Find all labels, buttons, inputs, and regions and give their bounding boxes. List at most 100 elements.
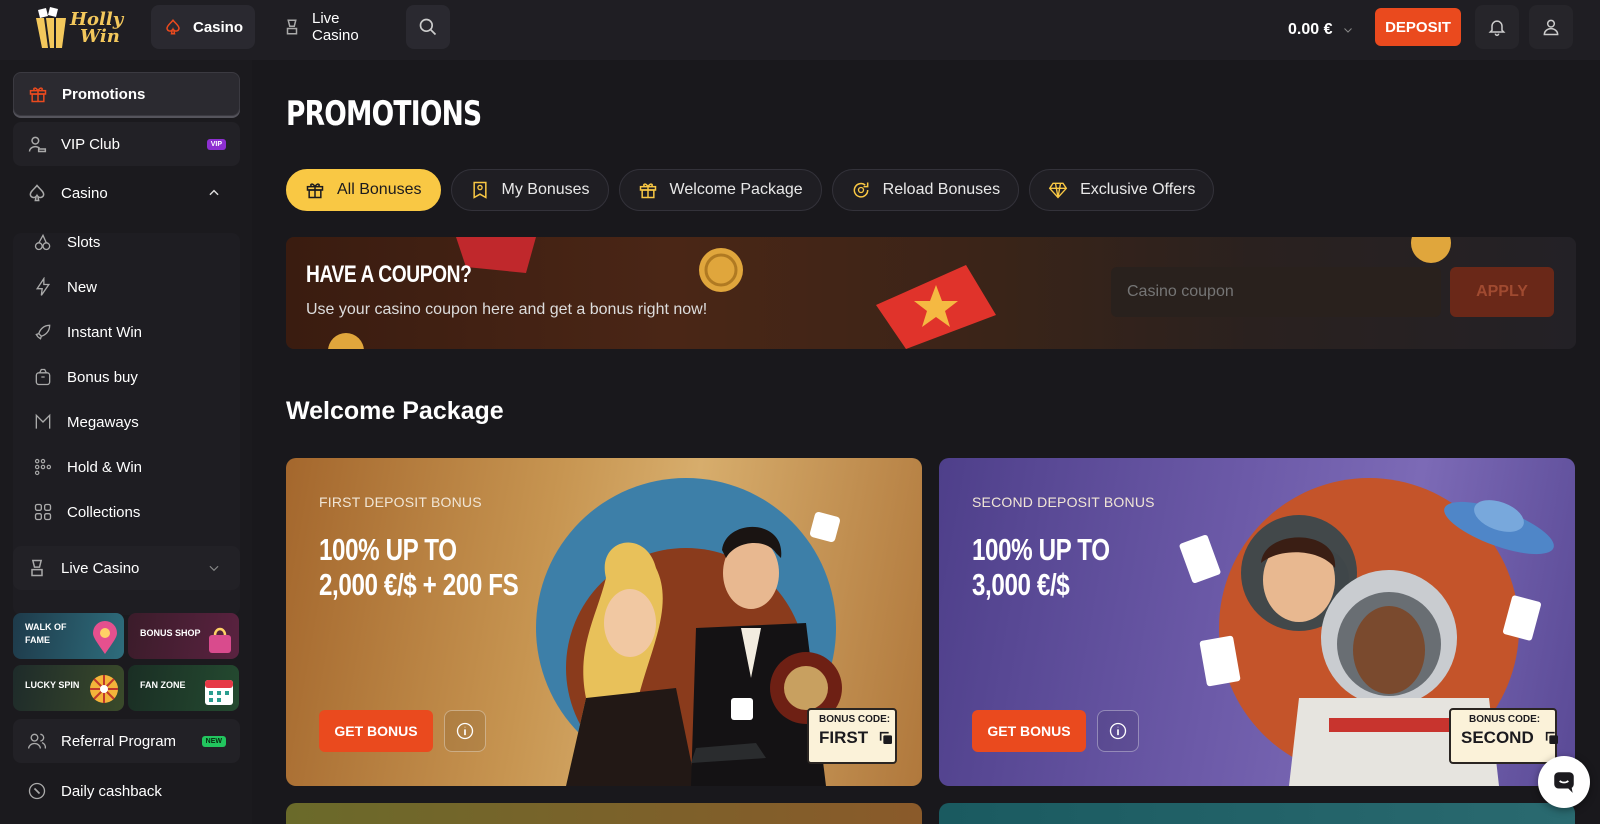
bell-icon [1487,17,1507,37]
shopping-bag-icon [209,627,231,653]
card-headline: 100% UP TO 2,000 €/$ + 200 FS [319,532,519,602]
sidebar-item-label: Daily cashback [61,782,162,800]
calendar-icon [205,680,233,705]
card-headline-line: 3,000 €/$ [972,567,1070,602]
nav-casino-label: Casino [193,18,244,36]
nav-live-casino[interactable]: Live Casino [270,5,400,49]
brand-name-line2: Win [80,26,120,47]
tab-label: Exclusive Offers [1080,181,1196,198]
balance-dropdown[interactable]: 0.00 € [1288,10,1368,50]
sidebar-item-label: Promotions [62,85,146,103]
sidebar-item-label: Bonus buy [67,368,138,386]
card-label: SECOND DEPOSIT BONUS [972,494,1155,510]
info-icon [455,721,475,741]
tab-my-bonuses[interactable]: My Bonuses [450,169,609,211]
coupon-banner: HAVE A COUPON? Use your casino coupon he… [286,237,1576,349]
search-icon [418,17,438,37]
sidebar-item-casino[interactable]: Casino [13,171,240,215]
sidebar-item-label: Casino [61,184,108,202]
gift-icon [28,84,48,104]
dealer-icon [282,17,302,37]
sidebar: Promotions VIP Club VIP Casino Slots New… [0,60,252,824]
tile-fan-zone[interactable]: FAN ZONE [128,665,239,711]
info-icon [1108,721,1128,741]
get-bonus-button[interactable]: GET BONUS [972,710,1086,752]
cherries-icon [33,232,53,252]
tile-bonus-shop[interactable]: BONUS SHOP [128,613,239,659]
tab-all-bonuses[interactable]: All Bonuses [286,169,441,211]
tab-label: Reload Bonuses [882,181,1001,198]
bonus-code-value: SECOND [1461,728,1534,747]
card-label: FIRST DEPOSIT BONUS [319,494,482,510]
bonus-card-next [939,803,1575,824]
tab-label: My Bonuses [501,181,590,198]
profile-button[interactable] [1529,5,1573,49]
sidebar-item-label: Megaways [67,413,139,431]
get-bonus-button[interactable]: GET BONUS [319,710,433,752]
brand-logo[interactable]: Holly Win [32,4,128,52]
sidebar-item-referral-program[interactable]: Referral Program NEW [13,719,240,763]
megaways-icon [33,412,53,432]
vip-user-icon [27,134,47,154]
sidebar-item-vip-club[interactable]: VIP Club VIP [13,122,240,166]
info-button[interactable] [444,710,486,752]
sidebar-item-instant-win[interactable]: Instant Win [13,312,240,352]
chat-button[interactable] [1538,756,1590,808]
map-pin-icon [93,621,117,654]
user-icon [1541,17,1561,37]
deposit-button[interactable]: DEPOSIT [1375,8,1461,46]
card-headline: 100% UP TO 3,000 €/$ [972,532,1110,602]
chevron-down-icon [204,558,224,578]
bag-icon [33,367,53,387]
bonus-code-box[interactable]: BONUS CODE: SECOND [1449,708,1558,764]
spade-icon [27,183,47,203]
sidebar-item-promotions[interactable]: Promotions [13,72,240,116]
info-button[interactable] [1097,710,1139,752]
tab-label: All Bonuses [337,181,422,198]
bonus-code-label: BONUS CODE: [1469,714,1541,725]
lightning-icon [33,277,53,297]
sidebar-item-live-casino[interactable]: Live Casino [13,546,240,590]
sidebar-item-label: Collections [67,503,141,521]
cashback-icon [27,781,47,801]
copy-icon [1542,728,1562,748]
tile-lucky-spin[interactable]: LUCKY SPIN [13,665,124,711]
chevron-down-icon [1338,20,1358,40]
bonus-card-next [286,803,922,824]
apply-coupon-button[interactable]: APPLY [1450,267,1554,317]
notifications-button[interactable] [1475,5,1519,49]
gift-box-icon [638,180,658,200]
coupon-input[interactable] [1111,267,1441,317]
dots-grid-icon [33,457,53,477]
coin-icon [699,248,743,292]
bonus-card-first-deposit: FIRST DEPOSIT BONUS 100% UP TO 2,000 €/$… [286,458,922,786]
sidebar-item-label: Referral Program [61,732,177,750]
tile-walk-of-fame[interactable]: WALK OF FAME [13,613,124,659]
sidebar-item-megaways[interactable]: Megaways [13,402,240,442]
bonus-code-box[interactable]: BONUS CODE: FIRST [807,708,897,764]
sidebar-item-bonus-buy[interactable]: Bonus buy [13,357,240,397]
sidebar-item-collections[interactable]: Collections [13,492,240,532]
sidebar-item-new[interactable]: New [13,267,240,307]
coupon-subtitle: Use your casino coupon here and get a bo… [306,301,708,318]
search-button[interactable] [406,5,450,49]
diamond-icon [1048,180,1068,200]
sidebar-item-slots[interactable]: Slots [13,222,240,262]
tab-welcome-package[interactable]: Welcome Package [618,169,822,211]
sidebar-item-label: Hold & Win [67,458,143,476]
coin-icon [328,333,364,349]
tab-reload-bonuses[interactable]: Reload Bonuses [831,169,1020,211]
collections-icon [33,502,53,522]
card-headline-line: 2,000 €/$ + 200 FS [319,567,519,602]
bonus-code-value: FIRST [819,728,869,747]
sidebar-item-label: VIP Club [61,135,120,153]
nav-casino[interactable]: Casino [151,5,255,49]
sidebar-item-hold-and-win[interactable]: Hold & Win [13,447,240,487]
vip-badge: VIP [206,138,226,150]
tab-exclusive-offers[interactable]: Exclusive Offers [1029,169,1215,211]
section-title-welcome-package: Welcome Package [286,397,504,425]
sidebar-item-daily-cashback[interactable]: Daily cashback [13,769,240,813]
rocket-icon [33,322,53,342]
bookmark-user-icon [470,180,490,200]
top-bar: Holly Win Casino Live Casino 0.00 € DEPO… [0,0,1600,60]
